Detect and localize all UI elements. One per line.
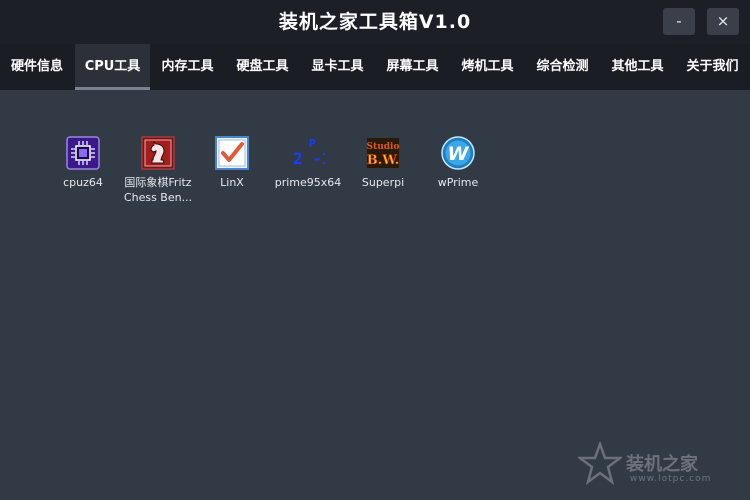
tab-label: 硬盘工具 [236, 59, 289, 74]
chess-knight-icon [141, 136, 175, 170]
app-label: LinX [220, 176, 244, 189]
tab-label: 硬件信息 [10, 59, 63, 74]
toolbox-window: 装机之家工具箱V1.0 - × 硬件信息 CPU工具 内存工具 硬盘工具 显卡工… [0, 0, 750, 500]
app-linx[interactable]: LinX [193, 136, 271, 190]
prime-icon-base: 2 -1 [293, 149, 325, 168]
tab-label: 烤机工具 [461, 59, 514, 74]
tool-area: cpuz64 国际象棋Fritz Chess Ben... LinX P 2 -… [0, 90, 750, 500]
tab-label: 综合检测 [536, 59, 589, 74]
watermark-logo: 装机之家 www.lotpc.com [574, 440, 744, 490]
superpi-icon-bottom: B.W. [367, 153, 400, 168]
app-prime95x64[interactable]: P 2 -1 prime95x64 [269, 136, 347, 190]
window-title: 装机之家工具箱V1.0 [278, 11, 472, 33]
tab-label: 内存工具 [161, 59, 214, 74]
tab-overall-test[interactable]: 综合检测 [525, 44, 600, 90]
tab-about-us[interactable]: 关于我们 [675, 44, 750, 90]
close-button[interactable]: × [707, 8, 739, 35]
app-wprime[interactable]: W wPrime [419, 136, 497, 190]
app-label: prime95x64 [274, 176, 342, 189]
app-label-line2: Chess Ben... [123, 191, 193, 204]
superpi-icon-top: Studio [367, 142, 400, 152]
app-label-line1: 国际象棋Fritz [124, 176, 192, 189]
tab-screen-tools[interactable]: 屏幕工具 [375, 44, 450, 90]
tab-memory-tools[interactable]: 内存工具 [150, 44, 225, 90]
app-label: 国际象棋Fritz Chess Ben... [119, 175, 197, 205]
tab-cpu-tools[interactable]: CPU工具 [75, 44, 150, 90]
prime-formula-icon: P 2 -1 [291, 136, 332, 170]
app-label: wPrime [437, 176, 479, 189]
checkbox-icon [215, 136, 249, 170]
tab-stress-tools[interactable]: 烤机工具 [450, 44, 525, 90]
star-icon [578, 442, 622, 486]
tab-gpu-tools[interactable]: 显卡工具 [300, 44, 375, 90]
title-bar: 装机之家工具箱V1.0 - × [0, 0, 750, 44]
cpuz-chip-icon [66, 136, 100, 170]
tab-label: 屏幕工具 [386, 59, 439, 74]
minimize-button[interactable]: - [663, 8, 695, 35]
watermark-url: www.lotpc.com [630, 474, 712, 484]
app-cpuz64[interactable]: cpuz64 [44, 136, 122, 190]
app-fritz-chess-benchmark[interactable]: 国际象棋Fritz Chess Ben... [119, 136, 197, 205]
app-label: cpuz64 [63, 176, 103, 189]
app-superpi[interactable]: Studio B.W. Superpi [344, 136, 422, 190]
tab-hardware-info[interactable]: 硬件信息 [0, 44, 74, 90]
tab-label: 显卡工具 [311, 59, 364, 74]
app-label: Superpi [361, 176, 405, 189]
tab-bar: 硬件信息 CPU工具 内存工具 硬盘工具 显卡工具 屏幕工具 烤机工具 综合检测… [0, 44, 750, 90]
tab-label: 其他工具 [611, 59, 664, 74]
tab-disk-tools[interactable]: 硬盘工具 [225, 44, 300, 90]
tab-label: CPU工具 [84, 59, 141, 74]
tab-other-tools[interactable]: 其他工具 [600, 44, 675, 90]
tab-label: 关于我们 [686, 59, 739, 74]
watermark-text: 装机之家 [626, 454, 698, 475]
superpi-icon: Studio B.W. [366, 136, 400, 170]
wprime-icon-letter: W [448, 143, 470, 165]
wprime-icon: W [441, 136, 475, 170]
